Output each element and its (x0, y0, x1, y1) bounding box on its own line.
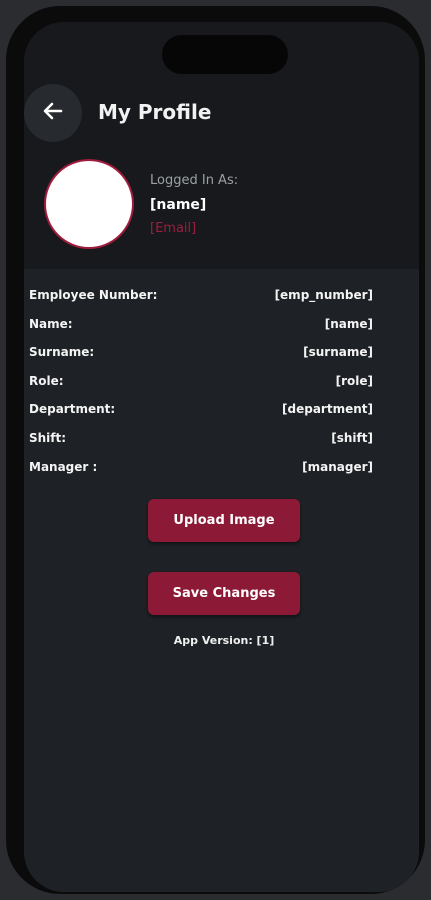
detail-label: Employee Number: (29, 288, 158, 302)
page-title: My Profile (98, 100, 212, 124)
detail-label: Manager : (29, 459, 98, 474)
user-name: [name] (150, 197, 207, 213)
user-email: [Email] (150, 221, 197, 236)
detail-row-employee-number: Employee Number: [emp_number] (29, 288, 373, 317)
detail-label: Name: (29, 316, 73, 331)
save-changes-button[interactable]: Save Changes (148, 572, 300, 615)
app-version: App Version: [1] (173, 634, 275, 647)
detail-value: [emp_number] (274, 288, 373, 302)
camera-notch (162, 35, 288, 74)
avatar (44, 159, 134, 249)
detail-label: Shift: (29, 430, 67, 445)
detail-value: [manager] (302, 459, 373, 474)
detail-value: [surname] (303, 345, 373, 360)
detail-row-surname: Surname: [surname] (29, 345, 373, 374)
detail-label: Department: (29, 402, 116, 417)
back-button[interactable] (24, 84, 82, 142)
detail-row-manager: Manager : [manager] (29, 460, 373, 489)
profile-details: Employee Number: [emp_number] Name: [nam… (29, 288, 373, 488)
detail-label: Surname: (29, 345, 95, 360)
upload-image-button[interactable]: Upload Image (148, 499, 300, 542)
phone-frame: My Profile Logged In As: [name] [Email] … (6, 6, 425, 894)
detail-row-role: Role: [role] (29, 374, 373, 403)
detail-row-shift: Shift: [shift] (29, 431, 373, 460)
detail-row-department: Department: [department] (29, 402, 373, 431)
detail-value: [department] (282, 402, 373, 417)
arrow-left-icon (42, 100, 64, 126)
detail-value: [name] (324, 316, 373, 331)
logged-in-label: Logged In As: (150, 173, 239, 188)
detail-value: [role] (335, 373, 373, 388)
detail-row-name: Name: [name] (29, 317, 373, 346)
detail-value: [shift] (331, 430, 373, 445)
app-screen: My Profile Logged In As: [name] [Email] … (24, 22, 419, 892)
detail-label: Role: (29, 373, 64, 388)
